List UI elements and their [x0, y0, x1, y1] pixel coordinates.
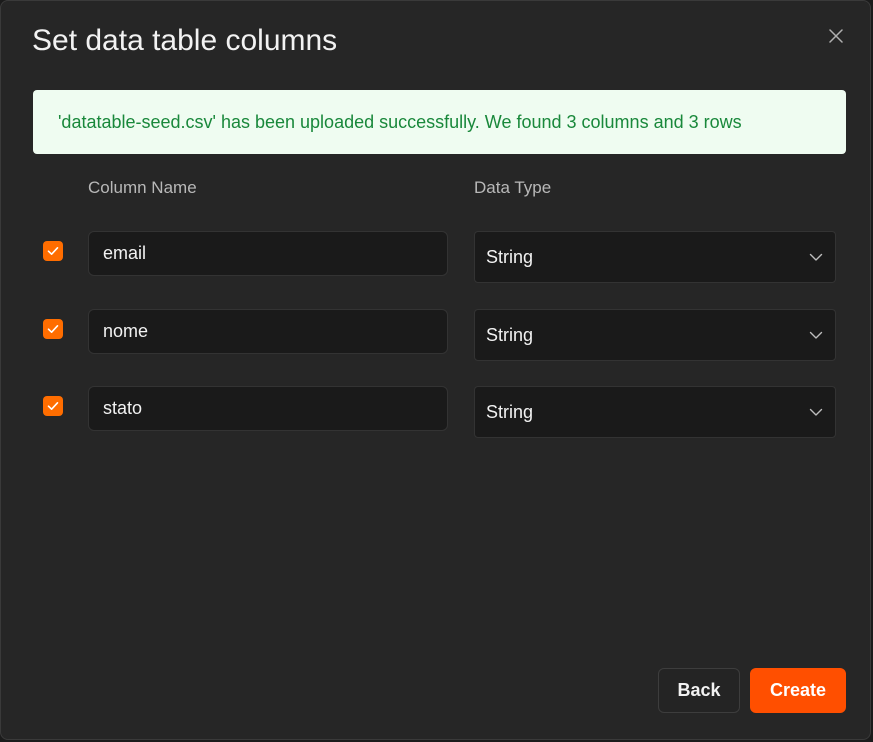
column-name-input[interactable] [88, 386, 448, 431]
chevron-down-icon [809, 331, 823, 339]
close-button[interactable] [825, 25, 847, 47]
column-row: String [1, 309, 872, 361]
data-type-header: Data Type [474, 178, 552, 197]
banner-message: 'datatable-seed.csv' has been uploaded s… [58, 111, 742, 132]
chevron-down-icon [809, 253, 823, 261]
checkmark-icon [47, 325, 59, 333]
column-row: String [1, 231, 872, 283]
dialog-title: Set data table columns [32, 24, 338, 57]
column-name-input[interactable] [88, 231, 448, 276]
column-name-input[interactable] [88, 309, 448, 354]
data-type-value: String [486, 246, 534, 267]
data-type-select[interactable]: String [474, 231, 836, 283]
column-name-header: Column Name [88, 178, 197, 197]
data-type-select[interactable]: String [474, 309, 836, 361]
checkmark-icon [47, 247, 59, 255]
set-columns-dialog: Set data table columns 'datatable-seed.c… [0, 0, 871, 740]
column-include-checkbox[interactable] [43, 241, 63, 261]
data-type-value: String [486, 324, 534, 345]
close-icon [829, 29, 843, 43]
back-button[interactable]: Back [658, 668, 740, 713]
create-button[interactable]: Create [750, 668, 846, 713]
data-type-select[interactable]: String [474, 386, 836, 438]
checkmark-icon [47, 402, 59, 410]
data-type-value: String [486, 401, 534, 422]
column-include-checkbox[interactable] [43, 319, 63, 339]
column-row: String [1, 386, 872, 438]
upload-success-banner: 'datatable-seed.csv' has been uploaded s… [33, 90, 846, 154]
column-include-checkbox[interactable] [43, 396, 63, 416]
chevron-down-icon [809, 408, 823, 416]
